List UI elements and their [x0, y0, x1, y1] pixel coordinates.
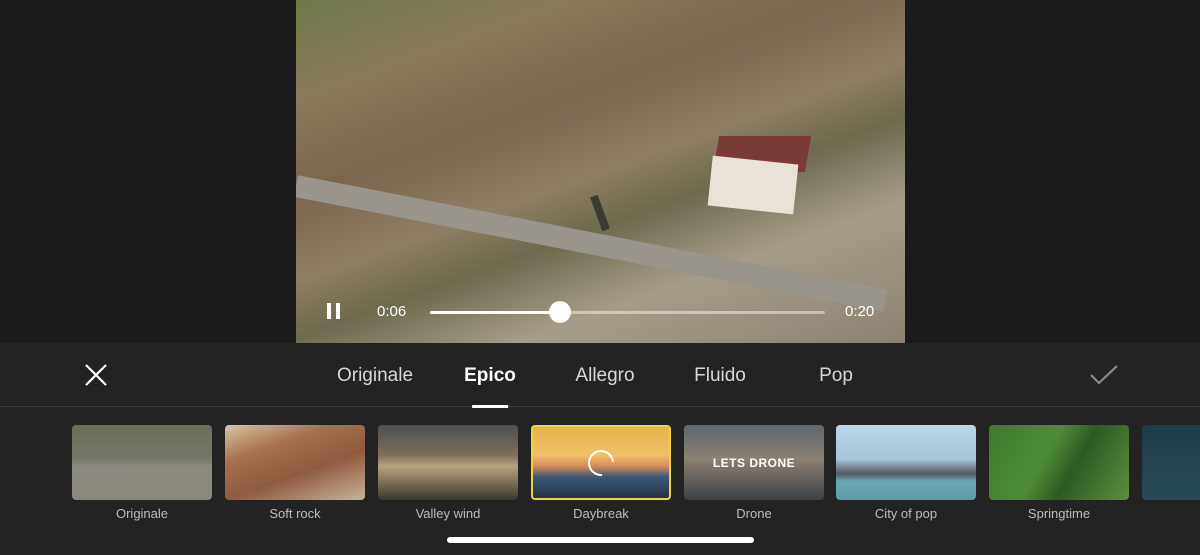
tab-originale[interactable]: Originale [337, 365, 413, 387]
checkmark-icon[interactable] [1089, 363, 1119, 387]
template-label: Originale [115, 506, 169, 521]
tab-pop[interactable]: Pop [819, 365, 853, 387]
close-icon[interactable] [84, 363, 108, 387]
template-thumbnail[interactable] [531, 425, 671, 500]
seek-bar-fill [430, 311, 561, 314]
video-preview[interactable]: 0:06 0:20 [296, 0, 905, 343]
duration: 0:20 [845, 303, 875, 320]
template-thumbnail[interactable] [1142, 425, 1200, 500]
current-time: 0:06 [377, 303, 407, 320]
pause-icon[interactable] [327, 303, 341, 319]
tab-fluido[interactable]: Fluido [694, 365, 746, 387]
template-thumbnail[interactable]: LETS DRONE [684, 425, 824, 500]
loading-overlay [533, 427, 669, 498]
template-panel: Originale Epico Allegro Fluido Pop Origi… [0, 343, 1200, 555]
home-indicator [447, 537, 754, 543]
template-thumbnail[interactable] [989, 425, 1129, 500]
tab-epico[interactable]: Epico [464, 365, 516, 408]
tab-allegro[interactable]: Allegro [575, 365, 634, 387]
template-label: Valley wind [415, 506, 481, 521]
template-thumbnail[interactable] [836, 425, 976, 500]
template-label: Drone [736, 506, 772, 521]
template-thumbnail[interactable] [72, 425, 212, 500]
thumbnail-overlay-text: LETS DRONE [712, 455, 796, 470]
seek-handle[interactable] [549, 301, 572, 323]
video-frame-shadow [590, 194, 610, 232]
video-frame-house [707, 155, 799, 215]
template-label: Springtime [1027, 506, 1091, 521]
template-thumbnail[interactable] [225, 425, 365, 500]
tab-bar: Originale Epico Allegro Fluido Pop [0, 343, 1200, 408]
template-label: City of pop [874, 506, 938, 521]
template-label: Soft rock [269, 506, 321, 521]
template-thumbnail[interactable] [378, 425, 518, 500]
seek-bar[interactable] [430, 311, 825, 314]
template-label: Daybreak [573, 506, 629, 521]
loading-spinner-icon [582, 444, 620, 481]
